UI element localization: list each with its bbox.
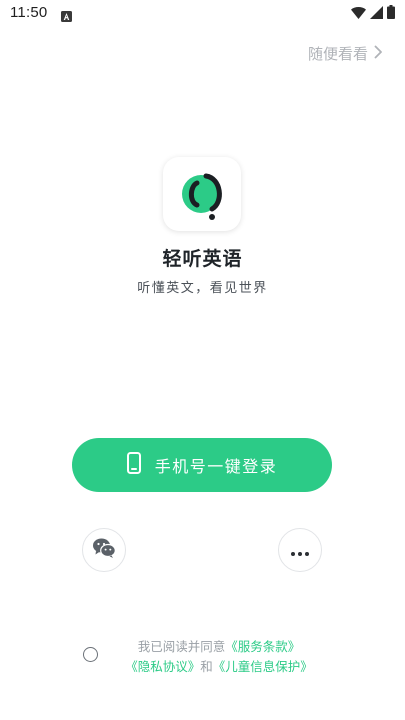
app-name: 轻听英语: [162, 248, 243, 270]
wechat-icon: [92, 537, 116, 563]
status-time: 11:50: [10, 4, 48, 21]
app-tagline: 听懂英文，看见世界: [137, 281, 268, 296]
browse-without-login-link[interactable]: 随便看看: [308, 43, 383, 64]
skip-label: 随便看看: [307, 45, 368, 63]
child-info-protection-link[interactable]: 《儿童信息保护》: [213, 659, 313, 674]
more-dots-icon: [291, 541, 309, 560]
notification-app-icon: [61, 7, 72, 22]
phone-login-label: 手机号一键登录: [154, 457, 278, 476]
agreement-and: 和: [200, 659, 213, 674]
phone-icon: [126, 452, 141, 478]
battery-icon: [387, 4, 395, 23]
privacy-policy-link[interactable]: 《隐私协议》: [125, 659, 200, 674]
chevron-right-icon: [374, 44, 383, 63]
wechat-login-button[interactable]: [82, 528, 126, 572]
app-logo: [163, 157, 241, 231]
cell-signal-icon: [370, 4, 383, 23]
agreement-prefix: 我已阅读并同意: [137, 639, 226, 654]
agreement-section: 我已阅读并同意《服务条款》《隐私协议》和《儿童信息保护》: [82, 637, 332, 677]
terms-of-service-link[interactable]: 《服务条款》: [225, 639, 300, 654]
phone-login-button[interactable]: 手机号一键登录: [72, 438, 332, 492]
app-logo-icon: [182, 173, 222, 220]
status-icons: [351, 4, 395, 23]
wifi-icon: [351, 4, 366, 23]
agreement-checkbox[interactable]: [83, 647, 98, 662]
login-screen: 11:50 随便看看 轻听英语 听懂英文，看见世界 手机号一键登录 我已阅读并同…: [0, 0, 405, 720]
agreement-text: 我已阅读并同意《服务条款》《隐私协议》和《儿童信息保护》: [106, 637, 332, 677]
more-login-options-button[interactable]: [278, 528, 322, 572]
status-bar: 11:50: [0, 0, 405, 28]
